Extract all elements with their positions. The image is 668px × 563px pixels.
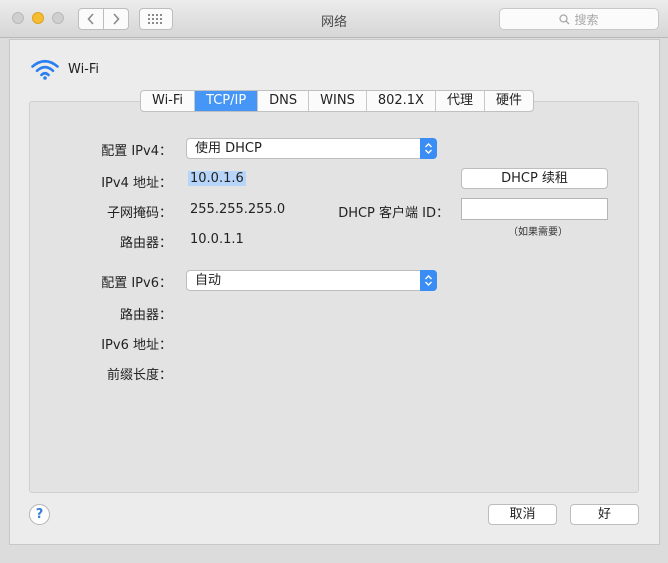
- ipv4-router-label: 路由器：: [119, 236, 172, 251]
- cancel-button[interactable]: 取消: [488, 504, 557, 525]
- search-field[interactable]: 搜索: [499, 8, 659, 30]
- tab-dns[interactable]: DNS: [258, 91, 310, 111]
- configure-ipv4-label: 配置 IPv4：: [101, 144, 172, 159]
- popup-arrows-icon: [420, 270, 437, 291]
- subnet-mask-value: 255.255.255.0: [190, 202, 286, 217]
- tcpip-pane: [29, 101, 639, 493]
- interface-header: Wi-Fi: [30, 58, 99, 80]
- tab-wifi[interactable]: Wi-Fi: [141, 91, 196, 111]
- interface-name: Wi-Fi: [68, 61, 100, 77]
- ipv6-address-label: IPv6 地址：: [101, 338, 172, 353]
- tab-tcpip[interactable]: TCP/IP: [195, 91, 259, 111]
- title-bar: 网络 搜索: [0, 0, 668, 38]
- dhcp-client-id-field[interactable]: [461, 198, 608, 220]
- search-placeholder: 搜索: [574, 12, 599, 27]
- ipv4-address-label: IPv4 地址：: [101, 176, 172, 191]
- tab-hardware[interactable]: 硬件: [485, 91, 533, 111]
- tab-proxy[interactable]: 代理: [436, 91, 485, 111]
- help-button[interactable]: ?: [29, 504, 50, 525]
- renew-dhcp-button[interactable]: DHCP 续租: [461, 168, 608, 189]
- tab-wins[interactable]: WINS: [309, 91, 367, 111]
- configure-ipv6-value: 自动: [195, 273, 222, 288]
- subnet-mask-label: 子网掩码：: [106, 206, 172, 221]
- search-icon: [559, 13, 570, 24]
- ipv4-router-value: 10.0.1.1: [190, 232, 244, 247]
- tab-bar: Wi-Fi TCP/IP DNS WINS 802.1X 代理 硬件: [140, 90, 534, 112]
- configure-ipv6-label: 配置 IPv6：: [101, 276, 172, 291]
- prefix-length-label: 前缀长度：: [106, 368, 172, 383]
- ok-button[interactable]: 好: [570, 504, 639, 525]
- tab-8021x[interactable]: 802.1X: [367, 91, 436, 111]
- dhcp-client-id-hint: （如果需要）: [508, 227, 568, 238]
- configure-ipv4-value: 使用 DHCP: [195, 141, 262, 156]
- wifi-icon: [31, 59, 59, 80]
- configure-ipv4-popup[interactable]: 使用 DHCP: [186, 138, 437, 159]
- ipv6-router-label: 路由器：: [119, 308, 172, 323]
- dhcp-client-id-label: DHCP 客户端 ID：: [338, 206, 449, 221]
- ipv4-address-value[interactable]: 10.0.1.6: [188, 171, 246, 186]
- configure-ipv6-popup[interactable]: 自动: [186, 270, 437, 291]
- popup-arrows-icon: [420, 138, 437, 159]
